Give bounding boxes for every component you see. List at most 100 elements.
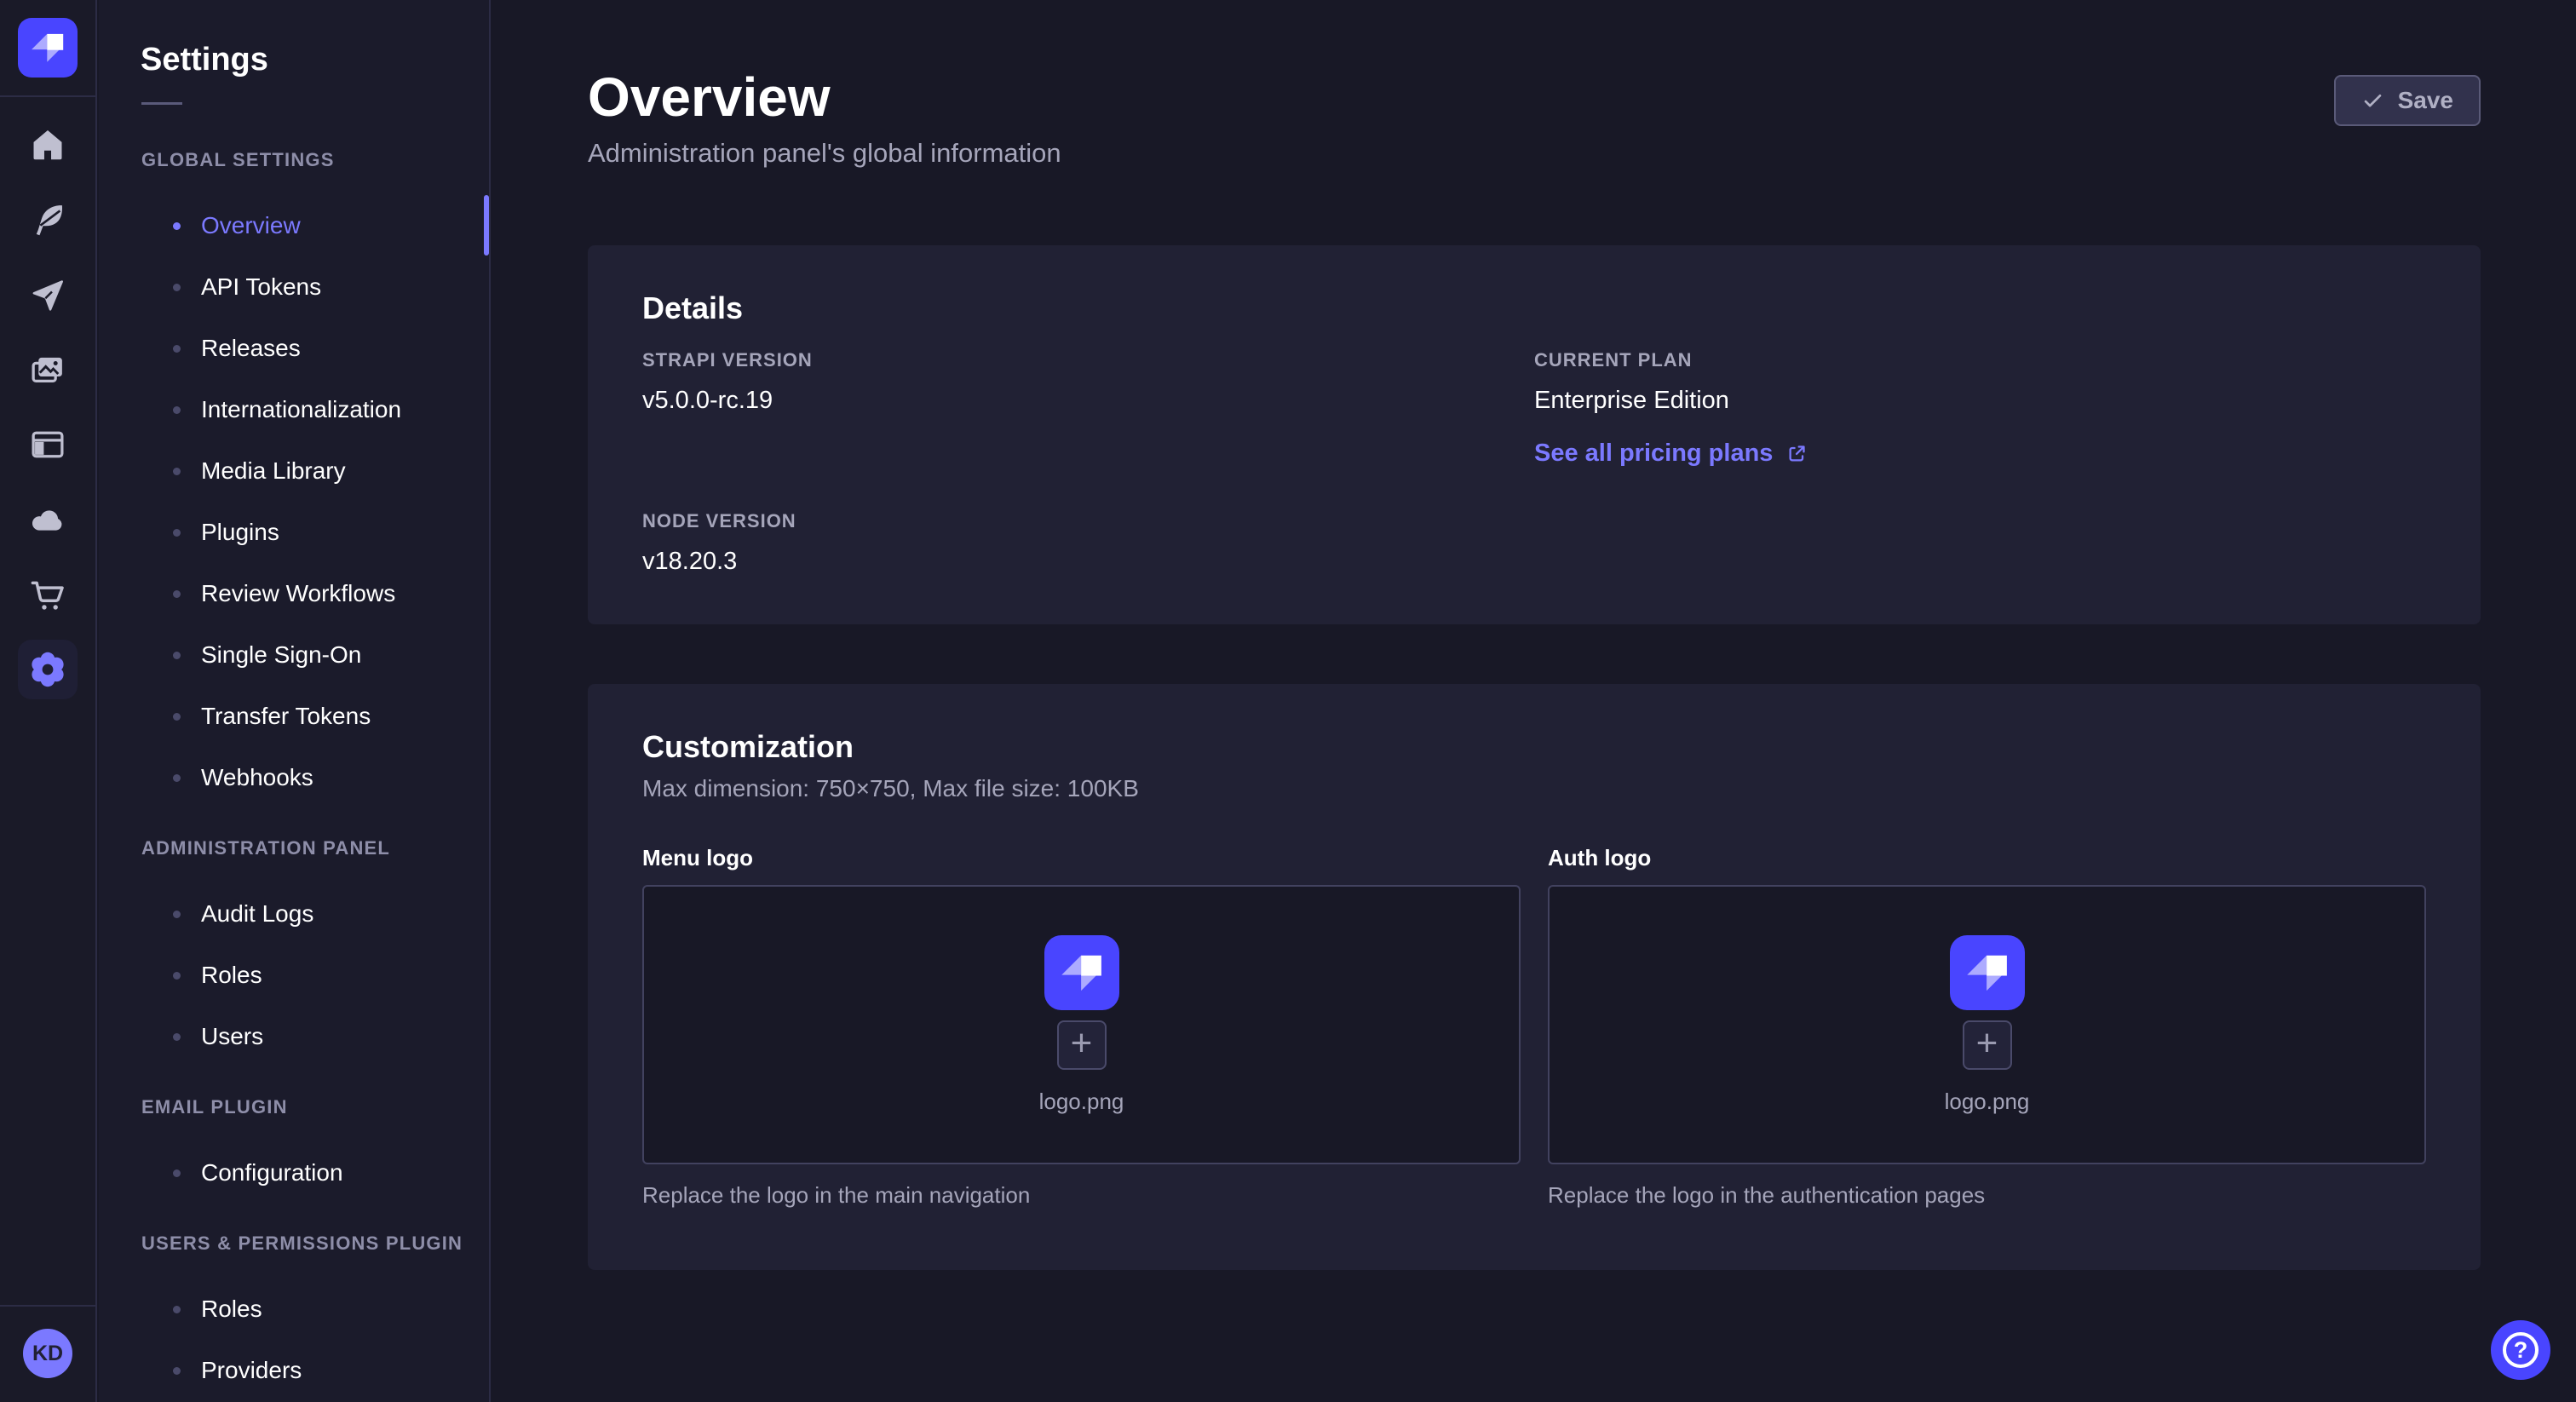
save-button-label: Save xyxy=(2398,87,2453,114)
subnav-item-audit-logs[interactable]: Audit Logs xyxy=(99,883,489,945)
subnav-item-label: Plugins xyxy=(201,519,279,546)
field-label: CURRENT PLAN xyxy=(1534,348,2426,373)
plus-icon: + xyxy=(1976,1025,1998,1062)
subnav-item-label: Audit Logs xyxy=(201,900,313,928)
menu-logo-label: Menu logo xyxy=(642,844,1521,871)
subnav-item-media-library[interactable]: Media Library xyxy=(99,440,489,502)
section-users-permissions-plugin: USERS & PERMISSIONS PLUGIN Roles Provide… xyxy=(99,1231,489,1401)
subnav-item-label: Internationalization xyxy=(201,396,401,423)
details-grid: STRAPI VERSION v5.0.0-rc.19 CURRENT PLAN… xyxy=(642,348,2426,577)
section-administration-panel: ADMINISTRATION PANEL Audit Logs Roles Us… xyxy=(99,836,489,1067)
logo-upload-grid: Menu logo + logo.png Replace the logo in… xyxy=(642,844,2426,1209)
field-value: Enterprise Edition xyxy=(1534,385,2426,416)
subnav-item-label: Media Library xyxy=(201,457,346,485)
subnav-item-api-tokens[interactable]: API Tokens xyxy=(99,256,489,318)
field-value: v18.20.3 xyxy=(642,546,1534,577)
subnav-item-admin-roles[interactable]: Roles xyxy=(99,945,489,1006)
avatar-initials: KD xyxy=(32,1342,63,1366)
auth-logo-preview xyxy=(1950,935,2025,1010)
auth-logo-label: Auth logo xyxy=(1548,844,2426,871)
subnav-item-plugins[interactable]: Plugins xyxy=(99,502,489,563)
subnav-item-label: Single Sign-On xyxy=(201,641,361,669)
home-icon xyxy=(28,125,67,164)
user-avatar[interactable]: KD xyxy=(23,1329,72,1378)
subnav-item-releases[interactable]: Releases xyxy=(99,318,489,379)
menu-logo-add-button[interactable]: + xyxy=(1057,1020,1107,1070)
pictures-icon xyxy=(28,350,67,389)
subnav-item-up-roles[interactable]: Roles xyxy=(99,1278,489,1340)
subnav-item-up-providers[interactable]: Providers xyxy=(99,1340,489,1401)
layout-icon xyxy=(28,425,67,464)
section-items: Overview API Tokens Releases Internation… xyxy=(99,195,489,808)
settings-gear-icon xyxy=(27,649,68,690)
details-card-title: Details xyxy=(642,290,2426,327)
subnav-item-transfer-tokens[interactable]: Transfer Tokens xyxy=(99,686,489,747)
subnav-item-label: Webhooks xyxy=(201,764,313,791)
auth-logo-dropzone[interactable]: + logo.png xyxy=(1548,885,2426,1164)
nav-marketplace-button[interactable] xyxy=(0,557,95,632)
subnav-item-label: Review Workflows xyxy=(201,580,395,607)
plus-icon: + xyxy=(1071,1025,1093,1062)
check-icon xyxy=(2361,89,2384,112)
subnav-item-label: Configuration xyxy=(201,1159,343,1187)
nav-settings-button[interactable] xyxy=(0,632,95,707)
field-node-version: NODE VERSION v18.20.3 xyxy=(642,509,1534,577)
subnav-item-webhooks[interactable]: Webhooks xyxy=(99,747,489,808)
question-mark-icon: ? xyxy=(2503,1332,2539,1368)
nav-content-manager-button[interactable] xyxy=(0,182,95,257)
nav-media-library-button[interactable] xyxy=(0,332,95,407)
menu-logo-filename: logo.png xyxy=(1039,1089,1124,1115)
page-subtitle: Administration panel's global informatio… xyxy=(588,138,2481,169)
subnav-item-single-sign-on[interactable]: Single Sign-On xyxy=(99,624,489,686)
auth-logo-hint: Replace the logo in the authentication p… xyxy=(1548,1181,2426,1209)
subnav-item-label: Users xyxy=(201,1023,263,1050)
subnav-scrollbar-thumb[interactable] xyxy=(484,195,489,256)
strapi-logo[interactable] xyxy=(18,18,78,78)
subnav-item-label: Releases xyxy=(201,335,301,362)
subnav-item-review-workflows[interactable]: Review Workflows xyxy=(99,563,489,624)
subnav-item-internationalization[interactable]: Internationalization xyxy=(99,379,489,440)
menu-logo-field: Menu logo + logo.png Replace the logo in… xyxy=(642,844,1521,1209)
section-items: Audit Logs Roles Users xyxy=(99,883,489,1067)
rail-nav-items xyxy=(0,107,95,707)
rail-divider xyxy=(0,95,95,97)
menu-logo-preview xyxy=(1044,935,1119,1010)
nav-cloud-button[interactable] xyxy=(0,482,95,557)
subnav-item-email-configuration[interactable]: Configuration xyxy=(99,1142,489,1204)
subnav-item-label: API Tokens xyxy=(201,273,321,301)
section-items: Configuration xyxy=(99,1142,489,1204)
subnav-item-label: Overview xyxy=(201,212,301,239)
section-title: EMAIL PLUGIN xyxy=(141,1095,489,1120)
auth-logo-filename: logo.png xyxy=(1945,1089,2030,1115)
strapi-logo-icon xyxy=(1044,935,1119,1010)
page-header: Overview Administration panel's global i… xyxy=(492,0,2576,169)
subnav-item-label: Providers xyxy=(201,1357,302,1384)
help-button[interactable]: ? xyxy=(2491,1320,2550,1380)
auth-logo-add-button[interactable]: + xyxy=(1963,1020,2012,1070)
menu-logo-dropzone[interactable]: + logo.png xyxy=(642,885,1521,1164)
subnav-item-overview[interactable]: Overview xyxy=(99,195,489,256)
nav-content-type-builder-button[interactable] xyxy=(0,407,95,482)
rail-bottom-divider xyxy=(0,1305,95,1307)
field-current-plan: CURRENT PLAN Enterprise Edition See all … xyxy=(1534,348,2426,468)
nav-releases-button[interactable] xyxy=(0,257,95,332)
subnav-title: Settings xyxy=(141,39,489,80)
settings-active-tile xyxy=(18,640,78,699)
subnav-title-divider xyxy=(141,102,182,105)
nav-home-button[interactable] xyxy=(0,107,95,182)
feather-icon xyxy=(28,200,67,239)
section-title: ADMINISTRATION PANEL xyxy=(141,836,489,861)
strapi-admin-app: KD Settings GLOBAL SETTINGS Overview API… xyxy=(0,0,2576,1402)
field-label: STRAPI VERSION xyxy=(642,348,1534,373)
pricing-plans-link[interactable]: See all pricing plans xyxy=(1534,440,1809,468)
save-button[interactable]: Save xyxy=(2334,75,2481,126)
settings-subnav: Settings GLOBAL SETTINGS Overview API To… xyxy=(99,0,491,1402)
subnav-item-admin-users[interactable]: Users xyxy=(99,1006,489,1067)
subnav-item-label: Roles xyxy=(201,962,262,989)
field-label: NODE VERSION xyxy=(642,509,1534,534)
strapi-logo-icon xyxy=(18,18,78,78)
auth-logo-field: Auth logo + logo.png Replace the logo in… xyxy=(1548,844,2426,1209)
paper-plane-icon xyxy=(28,275,67,314)
customization-constraints: Max dimension: 750×750, Max file size: 1… xyxy=(642,774,2426,803)
subnav-item-label: Roles xyxy=(201,1296,262,1323)
